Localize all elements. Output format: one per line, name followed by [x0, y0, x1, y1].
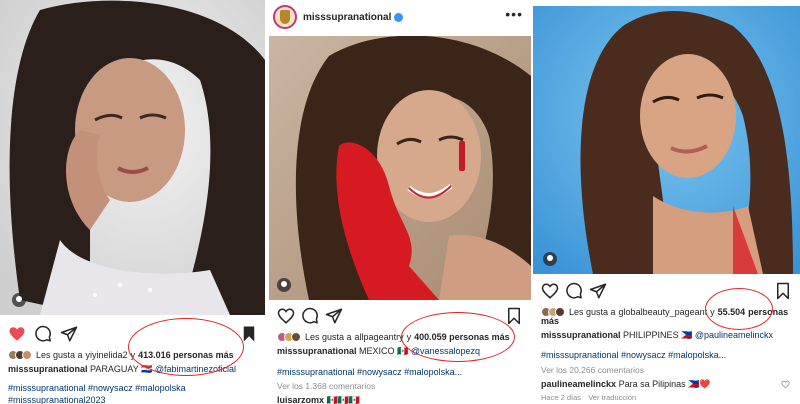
person-tag-icon[interactable]: [277, 278, 291, 292]
likes-joiner: y: [406, 332, 412, 342]
comment-preview: paulineamelinckx Para sa Pilipinas 🇵🇭❤️: [541, 379, 796, 390]
hashtags[interactable]: #misssupranational #nowysacz #malopolska…: [277, 367, 527, 377]
avatar: [291, 332, 301, 342]
portrait-image: [533, 6, 800, 274]
caption-mention[interactable]: @paulineamelinckx: [695, 330, 773, 340]
likes-suffix-more[interactable]: más: [541, 316, 559, 326]
comment-meta: Hace 2 días Ver traducción: [541, 393, 636, 402]
caption-username[interactable]: misssupranational: [541, 330, 621, 340]
caption: misssupranational PHILIPPINES 🇵🇭 @paulin…: [541, 330, 796, 341]
hashtags[interactable]: #misssupranational #nowysacz #malopolska: [8, 383, 261, 393]
post-photo[interactable]: [0, 0, 265, 315]
caption-text: PHILIPPINES: [623, 330, 679, 340]
action-bar: [269, 307, 531, 327]
likes-prefix: Les gusta a: [305, 332, 352, 342]
portrait-image: [269, 36, 531, 300]
post-photo[interactable]: [533, 6, 800, 274]
action-bar: [533, 282, 800, 302]
comment-text[interactable]: luisarzomx 🇲🇽🇲🇽🇲🇽: [277, 395, 360, 404]
person-tag-icon[interactable]: [12, 293, 26, 307]
flag-icon: 🇲🇽: [397, 346, 409, 356]
post-philippines: Les gusta a globalbeauty_pageant y 55.50…: [533, 0, 800, 404]
caption-username[interactable]: misssupranational: [277, 346, 357, 356]
liker-avatars: [8, 350, 32, 360]
view-comments-link[interactable]: Ver los 1.368 comentarios: [277, 381, 375, 391]
view-comments-link[interactable]: Ver los 20.266 comentarios: [541, 365, 644, 375]
account-name[interactable]: misssupranational: [303, 12, 391, 23]
caption: misssupranational MEXICO 🇲🇽 @vanessalope…: [277, 346, 527, 357]
comment-icon[interactable]: [301, 307, 319, 325]
share-icon[interactable]: [60, 325, 78, 343]
avatar: [22, 350, 32, 360]
action-bar: [0, 325, 265, 345]
heart-icon[interactable]: [277, 307, 295, 325]
liker-username[interactable]: allpageantry: [355, 332, 404, 342]
bookmark-icon[interactable]: [240, 325, 258, 343]
person-tag-icon[interactable]: [543, 252, 557, 266]
comment-preview: luisarzomx 🇲🇽🇲🇽🇲🇽: [277, 395, 527, 404]
caption-mention[interactable]: @vanessalopezq: [411, 346, 480, 356]
flag-icon: 🇵🇾: [141, 364, 153, 374]
bookmark-icon[interactable]: [774, 282, 792, 300]
flag-icon: 🇵🇭: [681, 330, 693, 340]
comment-text: Para sa Pilipinas 🇵🇭❤️: [618, 379, 711, 389]
likes-joiner: y: [130, 350, 136, 360]
post-paraguay: Les gusta a yiyinelida2 y 413.016 person…: [0, 0, 265, 404]
share-icon[interactable]: [589, 282, 607, 300]
avatar[interactable]: [273, 5, 297, 29]
post-header: misssupranational •••: [269, 0, 531, 34]
heart-icon[interactable]: [541, 282, 559, 300]
comment-time: Hace 2 días: [541, 393, 582, 402]
share-icon[interactable]: [325, 307, 343, 325]
comment-username[interactable]: paulineamelinckx: [541, 379, 616, 389]
more-icon[interactable]: •••: [505, 7, 523, 21]
portrait-image: [0, 0, 265, 315]
likes-summary: Les gusta a yiyinelida2 y 413.016 person…: [8, 348, 261, 362]
verified-badge-icon: [394, 12, 404, 22]
liker-username[interactable]: yiyinelida2: [86, 350, 128, 360]
caption-text: PARAGUAY: [90, 364, 139, 374]
post-mexico: misssupranational ••• Les gusta a allpag…: [269, 0, 531, 404]
caption-username[interactable]: misssupranational: [8, 364, 88, 374]
comment-icon[interactable]: [565, 282, 583, 300]
post-photo[interactable]: [269, 36, 531, 300]
hashtags-second-line[interactable]: #misssupranational2023: [8, 395, 261, 404]
heart-icon[interactable]: [8, 325, 26, 343]
caption-text: MEXICO: [359, 346, 395, 356]
comment-like-heart-icon[interactable]: [781, 380, 790, 389]
bookmark-icon[interactable]: [505, 307, 523, 325]
likes-prefix: Les gusta a: [36, 350, 83, 360]
likes-count[interactable]: 400.059 personas más: [414, 332, 510, 342]
comment-icon[interactable]: [34, 325, 52, 343]
likes-summary: Les gusta a allpageantry y 400.059 perso…: [277, 330, 527, 344]
likes-count[interactable]: 413.016 personas más: [138, 350, 234, 360]
hashtags[interactable]: #misssupranational #nowysacz #malopolska…: [541, 350, 796, 360]
caption: misssupranational PARAGUAY 🇵🇾 @fabimarti…: [8, 364, 261, 375]
liker-avatars: [277, 332, 301, 342]
caption-mention[interactable]: @fabimartinezoficial: [155, 364, 236, 374]
likes-summary-wrap: más: [541, 316, 796, 326]
translate-link[interactable]: Ver traducción: [588, 393, 636, 402]
